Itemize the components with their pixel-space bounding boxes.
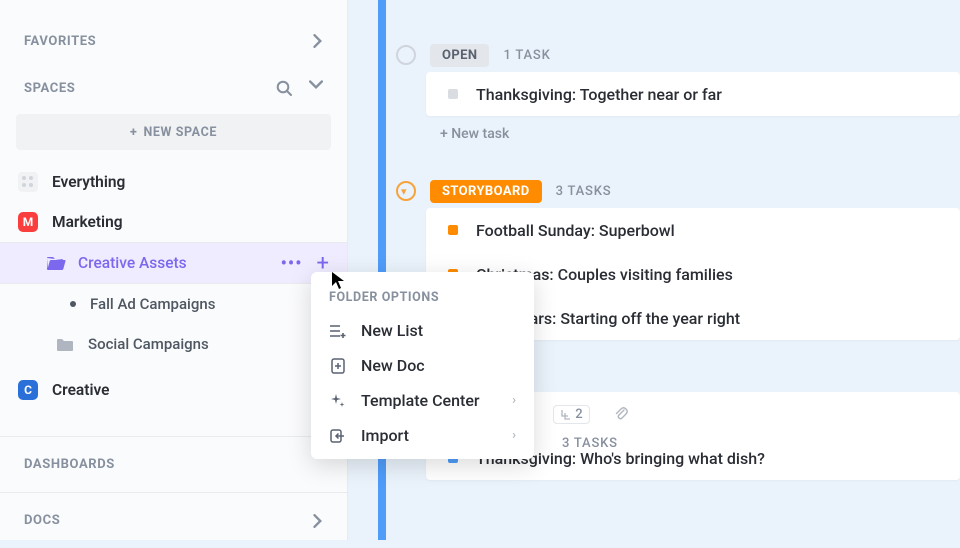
doc-icon [329,358,347,374]
popover-item-label: New Doc [361,356,425,375]
main-pane: OPEN 1 TASK Thanksgiving: Together near … [348,0,960,540]
task-title: Thanksgiving: Together near or far [476,85,722,104]
creative-space-icon: C [18,380,38,400]
status-pill[interactable]: STORYBOARD [430,180,542,203]
subtask-count[interactable]: 2 [553,405,589,424]
creative-label: Creative [52,381,109,399]
import-icon [329,428,347,444]
marketing-label: Marketing [52,213,123,231]
plus-icon: + [130,125,137,140]
popover-item-label: Template Center [361,391,480,410]
chevron-right-icon [313,514,323,528]
social-campaigns-label: Social Campaigns [88,335,209,353]
fall-campaigns-label: Fall Ad Campaigns [90,295,215,313]
spaces-section-header: SPACES [0,68,347,108]
subtask-count-value: 2 [575,407,582,422]
new-task-button[interactable]: + New task [440,116,960,152]
popover-item-label: New List [361,321,423,340]
creative-assets-label: Creative Assets [78,254,187,272]
popover-item-new-list[interactable]: New List [311,313,534,348]
marketing-space-icon: M [18,212,38,232]
list-icon [329,324,347,338]
popover-item-import[interactable]: Import › [311,418,534,453]
status-pill[interactable]: OPEN [430,44,489,67]
spaces-label: SPACES [24,81,75,96]
status-circle-icon: ▾ [396,181,416,201]
ellipsis-icon[interactable]: ••• [281,253,303,274]
search-icon[interactable] [276,80,293,97]
sidebar-list-fall-campaigns[interactable]: Fall Ad Campaigns [0,284,347,324]
task-count: 3 TASKS [556,184,612,199]
folder-options-popover: FOLDER OPTIONS New List New Doc Template… [311,272,534,459]
popover-item-new-doc[interactable]: New Doc [311,348,534,383]
sidebar-folder-social-campaigns[interactable]: Social Campaigns [0,324,347,364]
chevron-down-icon[interactable] [309,80,323,97]
task-count: 1 TASK [503,48,550,63]
docs-label: DOCS [24,513,60,528]
sidebar-item-creative[interactable]: C Creative [0,370,347,410]
new-space-label: NEW SPACE [143,125,217,140]
attachment-icon[interactable] [614,406,628,422]
folder-icon [56,337,74,352]
folder-open-icon [46,255,66,271]
popover-item-label: Import [361,426,409,445]
group-header[interactable]: ▾ STORYBOARD 3 TASKS [0,174,960,208]
chevron-right-icon: › [512,428,516,443]
status-circle-icon [396,45,416,65]
task-count: 3 TASKS [562,436,618,451]
sidebar-folder-creative-assets[interactable]: Creative Assets ••• + [0,242,347,284]
chevron-right-icon: › [512,393,516,408]
popover-item-template-center[interactable]: Template Center › [311,383,534,418]
task-status-square[interactable] [448,89,458,99]
task-title: Football Sunday: Superbowl [476,221,675,240]
task-row[interactable]: Football Sunday: Superbowl [426,208,960,252]
group-header[interactable]: OPEN 1 TASK [0,38,960,72]
new-space-button[interactable]: + NEW SPACE [16,114,331,150]
status-group-open: OPEN 1 TASK Thanksgiving: Together near … [348,38,960,152]
task-status-square[interactable] [448,225,458,235]
task-list: Thanksgiving: Together near or far [426,72,960,116]
list-dot-icon [70,301,76,307]
sidebar-item-marketing[interactable]: M Marketing [0,202,347,242]
task-row[interactable]: Thanksgiving: Together near or far [426,72,960,116]
sparkle-icon [329,393,347,409]
new-task-label: + New task [440,126,509,142]
cursor-icon [331,271,347,291]
